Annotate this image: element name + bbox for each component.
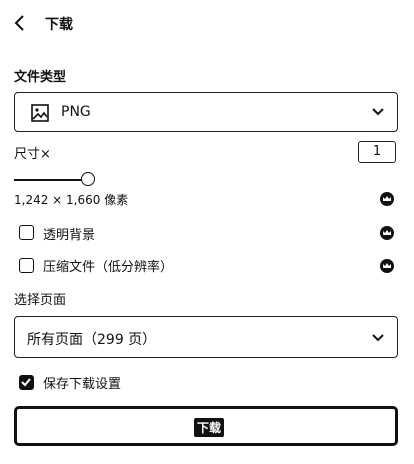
- file-type-value: PNG: [61, 104, 91, 120]
- transparent-bg-label: 透明背景: [43, 228, 96, 243]
- size-slider-track[interactable]: [14, 179, 88, 181]
- size-slider-thumb[interactable]: [81, 172, 95, 186]
- compress-file-label: 压缩文件（低分辨率）: [43, 260, 174, 275]
- file-type-label: 文件类型: [14, 70, 67, 85]
- file-type-select[interactable]: PNG: [14, 92, 398, 132]
- compress-file-checkbox[interactable]: [19, 258, 34, 273]
- download-button-label: 下载: [194, 418, 225, 437]
- download-button[interactable]: 下载: [14, 406, 398, 446]
- crown-icon: [379, 258, 395, 274]
- save-settings-checkbox[interactable]: [19, 375, 34, 390]
- back-icon[interactable]: [13, 14, 27, 32]
- pages-value: 所有页面（299 页）: [27, 332, 157, 348]
- dimensions-text: 1,242 × 1,660 像素: [14, 193, 129, 207]
- chevron-down-icon: [371, 107, 385, 117]
- chevron-down-icon: [371, 333, 385, 343]
- image-icon: [31, 104, 49, 126]
- page-title: 下载: [45, 17, 73, 33]
- pages-label: 选择页面: [14, 293, 67, 308]
- crown-icon: [379, 225, 395, 241]
- transparent-bg-checkbox[interactable]: [19, 225, 34, 240]
- pages-select[interactable]: 所有页面（299 页）: [14, 316, 398, 358]
- size-label: 尺寸×: [14, 147, 51, 162]
- size-multiplier-input[interactable]: 1: [358, 141, 396, 163]
- save-settings-label: 保存下载设置: [43, 377, 122, 392]
- crown-icon: [379, 191, 395, 207]
